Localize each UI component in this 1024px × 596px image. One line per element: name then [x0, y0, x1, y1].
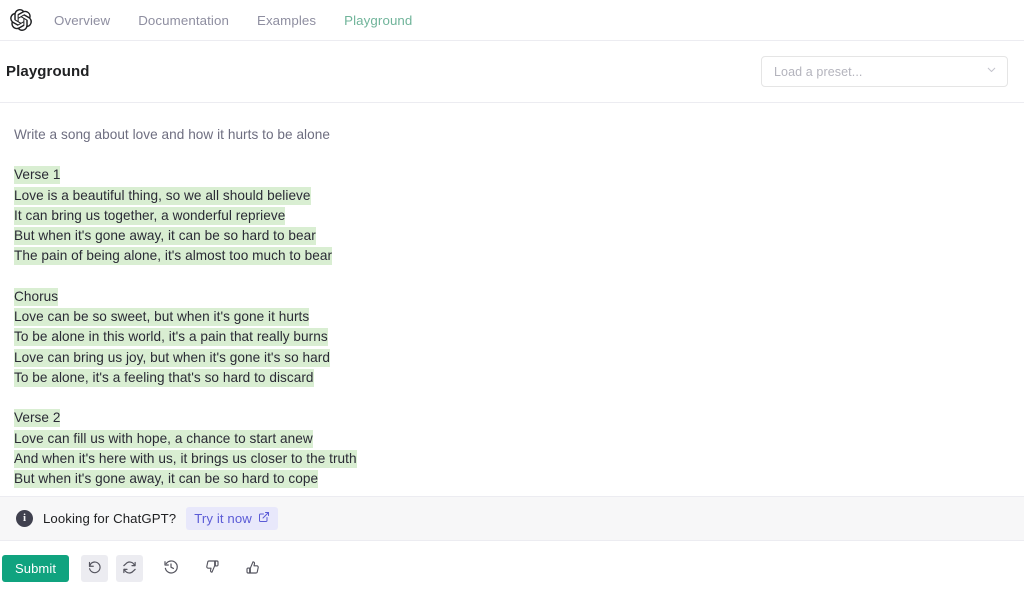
completion-line: Love can bring us joy, but when it's gon…	[14, 348, 1010, 368]
load-preset-select[interactable]: Load a preset...	[761, 56, 1008, 87]
completion-line: Love can fill us with hope, a chance to …	[14, 429, 1010, 449]
external-link-icon	[258, 511, 270, 526]
page-header: Playground Load a preset...	[0, 41, 1024, 103]
completion-line: Chorus	[14, 287, 1010, 307]
nav-links: Overview Documentation Examples Playgrou…	[40, 0, 426, 41]
completion-line-text: Verse 1	[14, 166, 61, 185]
completion-line: To be alone, it's a feeling that's so ha…	[14, 368, 1010, 388]
action-toolbar: Submit	[0, 541, 1024, 596]
completion-line-text: But when it's gone away, it can be so ha…	[14, 470, 319, 489]
thumbs-down-button[interactable]	[198, 555, 225, 582]
regenerate-icon	[122, 560, 137, 578]
nav-link-overview[interactable]: Overview	[40, 0, 124, 41]
submit-button[interactable]: Submit	[2, 555, 70, 582]
completion-line: But when it's gone away, it can be so ha…	[14, 226, 1010, 246]
completion-line-text: Love can bring us joy, but when it's gon…	[14, 348, 330, 367]
chatgpt-banner-text: Looking for ChatGPT?	[43, 511, 177, 526]
completion-line: To be alone in this world, it's a pain t…	[14, 327, 1010, 347]
completion-line-text: Love is a beautiful thing, so we all sho…	[14, 186, 311, 205]
try-chatgpt-label: Try it now	[194, 511, 252, 526]
completion-line: Love is a beautiful thing, so we all sho…	[14, 186, 1010, 206]
completion-line: The pain of being alone, it's almost too…	[14, 246, 1010, 266]
completion-line-text: Verse 2	[14, 409, 61, 428]
completion-line-text: It can bring us together, a wonderful re…	[14, 206, 286, 225]
top-navigation-bar: Overview Documentation Examples Playgrou…	[0, 0, 1024, 41]
try-chatgpt-button[interactable]: Try it now	[186, 507, 278, 530]
history-button[interactable]	[157, 555, 184, 582]
completion-line-text: Love can fill us with hope, a chance to …	[14, 429, 313, 448]
playground-page: Overview Documentation Examples Playgrou…	[0, 0, 1024, 596]
completion-stanza-chorus: Chorus Love can be so sweet, but when it…	[14, 287, 1010, 388]
nav-link-examples[interactable]: Examples	[243, 0, 330, 41]
page-title: Playground	[6, 63, 90, 80]
editor-document: Write a song about love and how it hurts…	[14, 125, 1010, 489]
completion-line-text: Love can be so sweet, but when it's gone…	[14, 308, 310, 327]
prompt-text: Write a song about love and how it hurts…	[14, 127, 330, 142]
thumbs-up-button[interactable]	[239, 555, 266, 582]
prompt-editor[interactable]: Write a song about love and how it hurts…	[0, 103, 1024, 496]
nav-link-documentation[interactable]: Documentation	[124, 0, 243, 41]
completion-line: And when it's here with us, it brings us…	[14, 449, 1010, 469]
completion-stanza-verse-1: Verse 1 Love is a beautiful thing, so we…	[14, 165, 1010, 266]
info-icon: i	[16, 510, 33, 527]
thumbs-down-icon	[204, 559, 220, 578]
completion-line: But when it's gone away, it can be so ha…	[14, 469, 1010, 489]
undo-button[interactable]	[81, 555, 109, 582]
completion-line: Love can be so sweet, but when it's gone…	[14, 307, 1010, 327]
nav-link-playground[interactable]: Playground	[330, 0, 426, 41]
regenerate-button[interactable]	[116, 555, 144, 582]
completion-stanza-verse-2: Verse 2 Love can fill us with hope, a ch…	[14, 408, 1010, 489]
chevron-down-icon	[985, 63, 998, 81]
history-icon	[163, 559, 179, 578]
completion-line-text: To be alone in this world, it's a pain t…	[14, 328, 328, 347]
chatgpt-banner: i Looking for ChatGPT? Try it now	[0, 496, 1024, 541]
completion-line-text: Chorus	[14, 287, 59, 306]
completion-line-text: The pain of being alone, it's almost too…	[14, 247, 333, 266]
completion-line-text: To be alone, it's a feeling that's so ha…	[14, 368, 314, 387]
openai-logo-icon[interactable]	[0, 9, 40, 31]
completion-line: Verse 1	[14, 165, 1010, 185]
load-preset-placeholder: Load a preset...	[774, 64, 863, 79]
completion-line: It can bring us together, a wonderful re…	[14, 206, 1010, 226]
undo-icon	[87, 560, 102, 578]
completion-line: Verse 2	[14, 408, 1010, 428]
completion-line-text: And when it's here with us, it brings us…	[14, 449, 357, 468]
thumbs-up-icon	[245, 559, 261, 578]
completion-line-text: But when it's gone away, it can be so ha…	[14, 227, 316, 246]
